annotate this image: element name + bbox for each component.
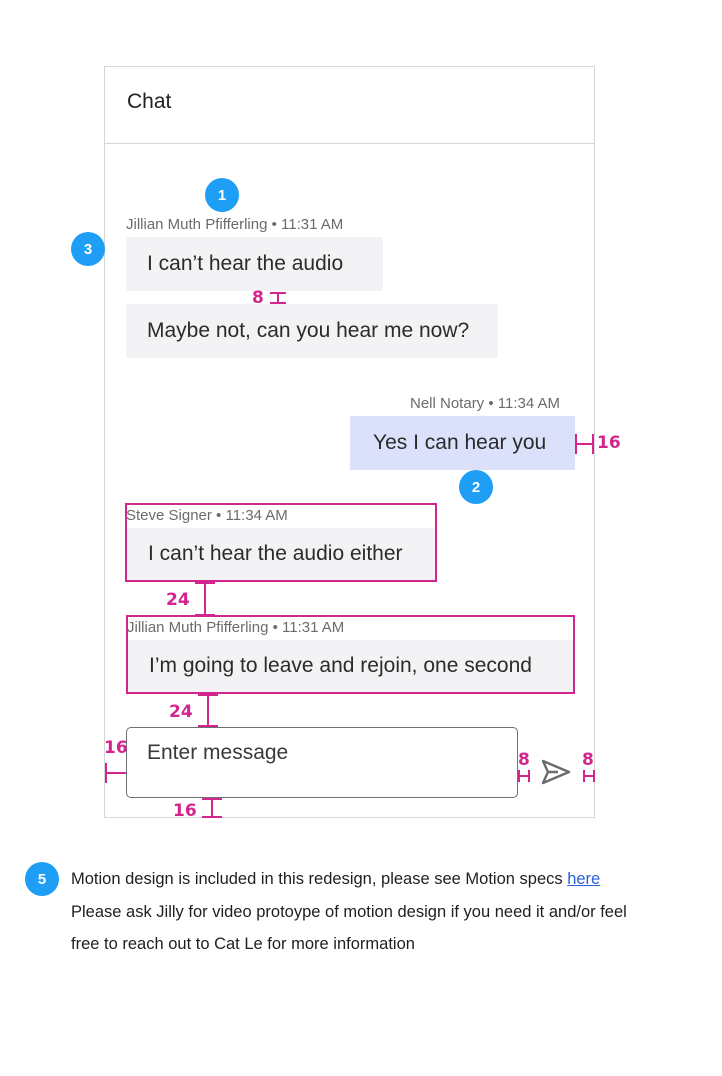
annotation-badge-1: 1 <box>205 178 239 212</box>
redline-cap <box>592 434 594 454</box>
annotation-badge-2: 2 <box>459 470 493 504</box>
note-line-2: Please ask Jilly for video protoype of m… <box>71 903 627 921</box>
redline-cap <box>202 816 222 818</box>
chat-header <box>105 67 594 144</box>
chat-title: Chat <box>127 90 172 113</box>
redline-cap <box>528 770 530 782</box>
spacing-label: 8 <box>582 750 594 770</box>
spacing-label: 24 <box>169 702 193 722</box>
redline <box>207 695 209 726</box>
motion-specs-link[interactable]: here <box>567 870 600 888</box>
spacing-label: 16 <box>173 801 197 821</box>
note-line-3: free to reach out to Cat Le for more inf… <box>71 935 415 953</box>
message-bubble: Maybe not, can you hear me now? <box>126 304 498 358</box>
spacing-label: 8 <box>518 750 530 770</box>
redline-cap <box>593 770 595 782</box>
redline <box>204 583 206 615</box>
message-meta: Jillian Muth Pfifferling • 11:31 AM <box>126 216 344 233</box>
message-meta: Nell Notary • 11:34 AM <box>410 395 561 412</box>
send-icon[interactable] <box>540 758 572 786</box>
redline <box>211 799 213 817</box>
message-bubble: I’m going to leave and rejoin, one secon… <box>128 640 573 692</box>
message-input-placeholder: Enter message <box>147 741 289 764</box>
redline <box>105 772 126 774</box>
note-line-1: Motion design is included in this redesi… <box>71 870 600 889</box>
message-bubble: I can’t hear the audio either <box>127 528 435 580</box>
spacing-label: 16 <box>597 433 621 453</box>
note-text: Motion design is included in this redesi… <box>71 870 568 888</box>
sent-message-bubble: Yes I can hear you <box>350 416 575 470</box>
redline <box>575 443 593 445</box>
spacing-label: 16 <box>104 738 128 758</box>
spacing-label: 24 <box>166 590 190 610</box>
message-bubble: I can’t hear the audio <box>126 237 383 291</box>
message-meta: Steve Signer • 11:34 AM <box>126 507 288 524</box>
annotation-badge-5: 5 <box>25 862 59 896</box>
message-meta: Jillian Muth Pfifferling • 11:31 AM <box>127 619 345 636</box>
annotation-badge-3: 3 <box>71 232 105 266</box>
